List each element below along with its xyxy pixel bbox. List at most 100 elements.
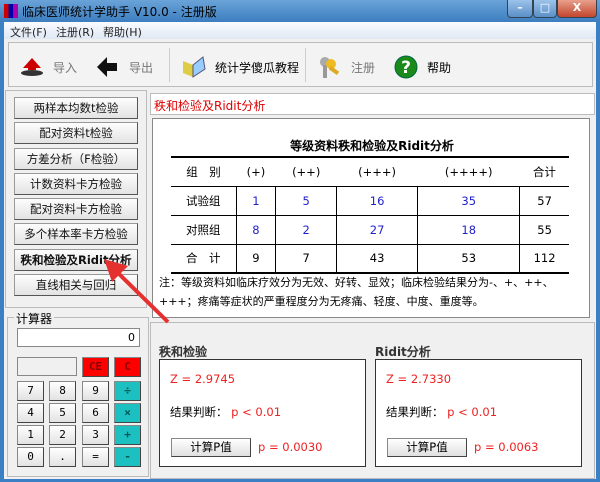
table-cell-total: 43	[335, 243, 418, 274]
calc-key-c[interactable]: C	[114, 357, 141, 377]
calculator: 计算器 0 CE C 7 8 9 ÷ 4 5 6 × 1 2 3 + 0 . =…	[7, 310, 149, 477]
calculator-display: 0	[17, 328, 140, 347]
menu-register[interactable]: 注册(R)	[56, 24, 94, 40]
help-button[interactable]: ? 帮助	[393, 55, 451, 79]
test-list-panel: 两样本均数t检验 配对资料t检验 方差分析（F检验） 计数资料卡方检验 配对资料…	[5, 90, 147, 308]
table-cell-total: 112	[519, 243, 569, 274]
calc-key-2[interactable]: 2	[49, 425, 76, 445]
table-cell-total: 9	[235, 243, 276, 274]
column-header: (+)	[236, 156, 276, 186]
rank-result: 结果判断： p < 0.01	[170, 405, 282, 419]
sidebar-item-multi-rate-chi-square[interactable]: 多个样本率卡方检验	[14, 223, 138, 245]
ridit-title: Ridit分析	[375, 345, 431, 359]
sidebar-item-chi-square[interactable]: 计数资料卡方检验	[14, 173, 138, 195]
toolbar-separator	[305, 48, 306, 82]
table-cell-total: 55	[519, 214, 569, 244]
data-table-panel: 等级资料秩和检验及Ridit分析 组 别 (+) (++) (+++) (+++…	[152, 118, 590, 318]
column-header: 组 别	[171, 156, 236, 186]
table-title: 等级资料秩和检验及Ridit分析	[290, 139, 454, 153]
sidebar-item-t-test[interactable]: 两样本均数t检验	[14, 97, 138, 119]
rank-test-box: Z = 2.9745 结果判断： p < 0.01 计算P值 p = 0.003…	[159, 359, 366, 467]
export-icon	[97, 57, 117, 77]
calc-key-dot[interactable]: .	[49, 447, 76, 467]
ridit-result: 结果判断： p < 0.01	[386, 405, 498, 419]
row-label: 合 计	[171, 243, 236, 274]
sidebar-item-paired-chi-square[interactable]: 配对资料卡方检验	[14, 198, 138, 220]
sidebar-item-paired-t-test[interactable]: 配对资料t检验	[14, 122, 138, 144]
column-header: 合计	[519, 156, 569, 186]
calculator-label: 计算器	[14, 310, 55, 327]
tutorial-button[interactable]: 统计学傻瓜教程	[181, 55, 299, 79]
grade-data-table: 组 别 (+) (++) (+++) (++++) 合计 试验组 1 5 16 …	[171, 156, 569, 274]
calc-key-multiply[interactable]: ×	[114, 403, 141, 423]
sidebar-item-regression[interactable]: 直线相关与回归	[14, 274, 138, 296]
app-icon	[4, 4, 18, 18]
table-total-row: 合 计 9 7 43 53 112	[171, 243, 569, 274]
calc-key-6[interactable]: 6	[82, 403, 109, 423]
table-cell-input[interactable]: 5	[275, 185, 337, 215]
table-cell-input[interactable]: 35	[417, 185, 520, 215]
table-cell-total: 57	[519, 185, 569, 215]
calc-key-minus[interactable]: -	[114, 447, 141, 467]
table-row: 试验组 1 5 16 35 57	[171, 185, 569, 215]
section-header: 秩和检验及Ridit分析	[150, 93, 595, 115]
calc-key-3[interactable]: 3	[82, 425, 109, 445]
row-label: 对照组	[171, 214, 236, 244]
toolbar-separator	[169, 48, 170, 82]
column-header: (++++)	[417, 156, 520, 186]
calc-key-8[interactable]: 8	[49, 381, 76, 401]
table-cell-input[interactable]: 1	[235, 185, 276, 215]
rank-calc-p-button[interactable]: 计算P值	[171, 438, 251, 457]
results-panel: 秩和检验 Z = 2.9745 结果判断： p < 0.01 计算P值 p = …	[150, 322, 595, 479]
minimize-button[interactable]: –	[507, 0, 533, 18]
menu-bar: 文件(F) 注册(R) 帮助(H)	[4, 22, 596, 39]
row-label: 试验组	[171, 185, 236, 215]
calc-key-0[interactable]: 0	[17, 447, 44, 467]
ridit-z-value: Z = 2.7330	[386, 372, 452, 386]
calc-key-4[interactable]: 4	[17, 403, 44, 423]
table-note: 注：等级资料如临床疗效分为无效、好转、显效；临床检验结果分为-、+、++、+++…	[159, 276, 554, 308]
calculator-memory	[17, 357, 77, 376]
menu-help[interactable]: 帮助(H)	[103, 24, 142, 40]
table-cell-input[interactable]: 16	[335, 185, 418, 215]
ridit-box: Z = 2.7330 结果判断： p < 0.01 计算P值 p = 0.006…	[375, 359, 582, 467]
register-button[interactable]: 注册	[317, 55, 375, 79]
menu-file[interactable]: 文件(F)	[10, 24, 47, 40]
table-cell-input[interactable]: 8	[235, 214, 276, 244]
rank-p-value: p = 0.0030	[258, 440, 323, 454]
export-button[interactable]: 导出	[95, 55, 153, 79]
close-button[interactable]: X	[557, 0, 597, 18]
calc-key-divide[interactable]: ÷	[114, 381, 141, 401]
rank-test-title: 秩和检验	[159, 345, 208, 359]
import-icon	[21, 58, 43, 76]
calc-key-1[interactable]: 1	[17, 425, 44, 445]
calc-key-9[interactable]: 9	[82, 381, 109, 401]
calc-key-7[interactable]: 7	[17, 381, 44, 401]
title-bar: 临床医师统计学助手 V10.0 - 注册版 – □ X	[0, 0, 600, 22]
main-window: 文件(F) 注册(R) 帮助(H) 导入 导出 统计学傻瓜教程 注册 ? 帮助 …	[4, 22, 596, 479]
table-cell-input[interactable]: 18	[417, 214, 520, 244]
calc-key-equals[interactable]: =	[82, 447, 109, 467]
ridit-p-value: p = 0.0063	[474, 440, 539, 454]
rank-z-value: Z = 2.9745	[170, 372, 236, 386]
sidebar-item-anova[interactable]: 方差分析（F检验）	[14, 148, 138, 170]
column-header: (+++)	[336, 156, 418, 186]
sidebar-item-rank-ridit[interactable]: 秩和检验及Ridit分析	[14, 249, 138, 271]
table-cell-input[interactable]: 27	[335, 214, 418, 244]
table-cell-input[interactable]: 2	[275, 214, 337, 244]
calc-key-5[interactable]: 5	[49, 403, 76, 423]
table-header-row: 组 别 (+) (++) (+++) (++++) 合计	[171, 156, 569, 186]
table-cell-total: 53	[417, 243, 520, 274]
calc-key-plus[interactable]: +	[114, 425, 141, 445]
calc-key-ce[interactable]: CE	[82, 357, 109, 377]
ridit-calc-p-button[interactable]: 计算P值	[387, 438, 467, 457]
toolbar: 导入 导出 统计学傻瓜教程 注册 ? 帮助	[8, 42, 593, 87]
window-title: 临床医师统计学助手 V10.0 - 注册版	[22, 5, 217, 19]
book-icon	[183, 56, 206, 78]
column-header: (++)	[275, 156, 337, 186]
maximize-button[interactable]: □	[533, 0, 557, 18]
help-icon: ?	[394, 55, 418, 79]
table-cell-total: 7	[275, 243, 337, 274]
key-icon	[320, 57, 340, 78]
import-button[interactable]: 导入	[19, 55, 77, 79]
